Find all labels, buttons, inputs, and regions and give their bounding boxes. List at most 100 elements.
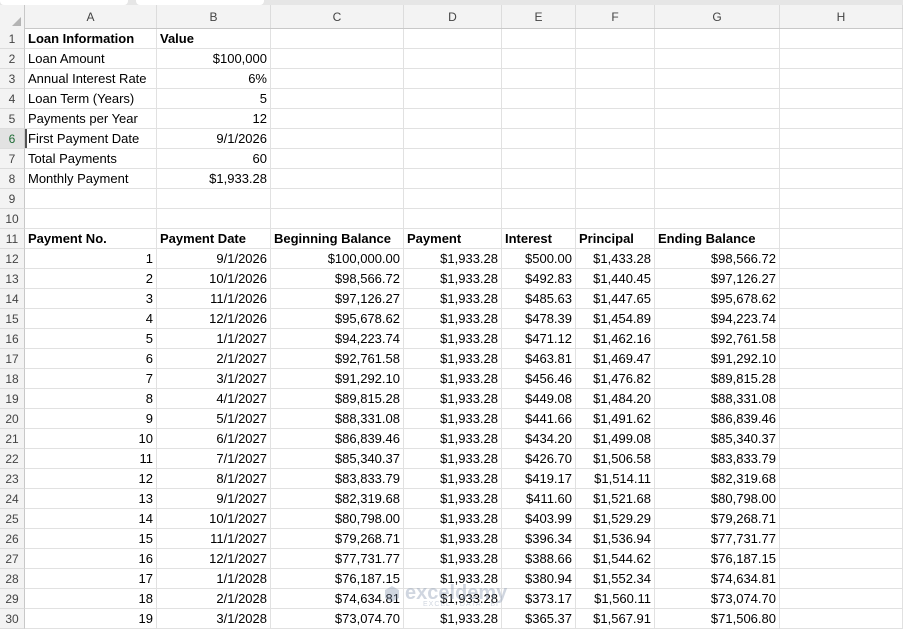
cell-a25[interactable]: 14 [25,509,157,529]
cell-c19[interactable]: $89,815.28 [271,389,404,409]
cell-e26[interactable]: $396.34 [502,529,576,549]
cell-h15[interactable] [780,309,903,329]
cell-e15[interactable]: $478.39 [502,309,576,329]
cell-a13[interactable]: 2 [25,269,157,289]
cell-c13[interactable]: $98,566.72 [271,269,404,289]
cell-c26[interactable]: $79,268.71 [271,529,404,549]
cell-d12[interactable]: $1,933.28 [404,249,502,269]
cell-f11[interactable]: Principal [576,229,655,249]
cell-c20[interactable]: $88,331.08 [271,409,404,429]
column-header-d[interactable]: D [404,5,502,28]
cell-f2[interactable] [576,49,655,69]
cell-g21[interactable]: $85,340.37 [655,429,780,449]
row-header[interactable]: 29 [0,589,25,609]
cell-c24[interactable]: $82,319.68 [271,489,404,509]
cell-e5[interactable] [502,109,576,129]
cell-c16[interactable]: $94,223.74 [271,329,404,349]
cell-f5[interactable] [576,109,655,129]
cell-a17[interactable]: 6 [25,349,157,369]
cell-a8[interactable]: Monthly Payment [25,169,157,189]
cell-e9[interactable] [502,189,576,209]
cell-b8[interactable]: $1,933.28 [157,169,271,189]
cell-e20[interactable]: $441.66 [502,409,576,429]
cell-f14[interactable]: $1,447.65 [576,289,655,309]
cell-h3[interactable] [780,69,903,89]
cell-h28[interactable] [780,569,903,589]
cell-a7[interactable]: Total Payments [25,149,157,169]
cell-e27[interactable]: $388.66 [502,549,576,569]
cell-f15[interactable]: $1,454.89 [576,309,655,329]
cell-f16[interactable]: $1,462.16 [576,329,655,349]
cell-g10[interactable] [655,209,780,229]
cell-e18[interactable]: $456.46 [502,369,576,389]
cell-b15[interactable]: 12/1/2026 [157,309,271,329]
cell-e22[interactable]: $426.70 [502,449,576,469]
row-header[interactable]: 2 [0,49,25,69]
cell-d2[interactable] [404,49,502,69]
row-header[interactable]: 7 [0,149,25,169]
cell-a4[interactable]: Loan Term (Years) [25,89,157,109]
cell-d17[interactable]: $1,933.28 [404,349,502,369]
cell-a6[interactable]: First Payment Date [25,129,157,149]
cell-b17[interactable]: 2/1/2027 [157,349,271,369]
cell-g19[interactable]: $88,331.08 [655,389,780,409]
cell-e28[interactable]: $380.94 [502,569,576,589]
cell-e16[interactable]: $471.12 [502,329,576,349]
cell-a12[interactable]: 1 [25,249,157,269]
cell-d9[interactable] [404,189,502,209]
cell-a24[interactable]: 13 [25,489,157,509]
cell-c14[interactable]: $97,126.27 [271,289,404,309]
row-header[interactable]: 3 [0,69,25,89]
cell-b1[interactable]: Value [157,29,271,49]
cell-a15[interactable]: 4 [25,309,157,329]
cell-b18[interactable]: 3/1/2027 [157,369,271,389]
cell-g3[interactable] [655,69,780,89]
column-header-a[interactable]: A [25,5,157,28]
row-header[interactable]: 20 [0,409,25,429]
cell-b11[interactable]: Payment Date [157,229,271,249]
cell-d18[interactable]: $1,933.28 [404,369,502,389]
cell-g12[interactable]: $98,566.72 [655,249,780,269]
cell-h27[interactable] [780,549,903,569]
row-header[interactable]: 9 [0,189,25,209]
cell-b23[interactable]: 8/1/2027 [157,469,271,489]
cell-c25[interactable]: $80,798.00 [271,509,404,529]
cell-f22[interactable]: $1,506.58 [576,449,655,469]
cell-g13[interactable]: $97,126.27 [655,269,780,289]
cell-d16[interactable]: $1,933.28 [404,329,502,349]
cell-h4[interactable] [780,89,903,109]
cell-a16[interactable]: 5 [25,329,157,349]
cell-b16[interactable]: 1/1/2027 [157,329,271,349]
cell-a3[interactable]: Annual Interest Rate [25,69,157,89]
cell-c5[interactable] [271,109,404,129]
cell-b12[interactable]: 9/1/2026 [157,249,271,269]
cell-e17[interactable]: $463.81 [502,349,576,369]
cell-a21[interactable]: 10 [25,429,157,449]
cell-h19[interactable] [780,389,903,409]
cell-g17[interactable]: $91,292.10 [655,349,780,369]
cell-e21[interactable]: $434.20 [502,429,576,449]
cell-c4[interactable] [271,89,404,109]
cell-c18[interactable]: $91,292.10 [271,369,404,389]
cell-e6[interactable] [502,129,576,149]
cell-h21[interactable] [780,429,903,449]
cell-c28[interactable]: $76,187.15 [271,569,404,589]
cell-a18[interactable]: 7 [25,369,157,389]
cell-d14[interactable]: $1,933.28 [404,289,502,309]
row-header[interactable]: 4 [0,89,25,109]
cell-b19[interactable]: 4/1/2027 [157,389,271,409]
cell-d27[interactable]: $1,933.28 [404,549,502,569]
cell-h12[interactable] [780,249,903,269]
cell-a9[interactable] [25,189,157,209]
cell-b25[interactable]: 10/1/2027 [157,509,271,529]
cell-h10[interactable] [780,209,903,229]
cell-b9[interactable] [157,189,271,209]
cell-a22[interactable]: 11 [25,449,157,469]
cell-a1[interactable]: Loan Information [25,29,157,49]
cell-g2[interactable] [655,49,780,69]
cell-e29[interactable]: $373.17 [502,589,576,609]
cell-g1[interactable] [655,29,780,49]
cell-a10[interactable] [25,209,157,229]
cell-f4[interactable] [576,89,655,109]
cell-h23[interactable] [780,469,903,489]
